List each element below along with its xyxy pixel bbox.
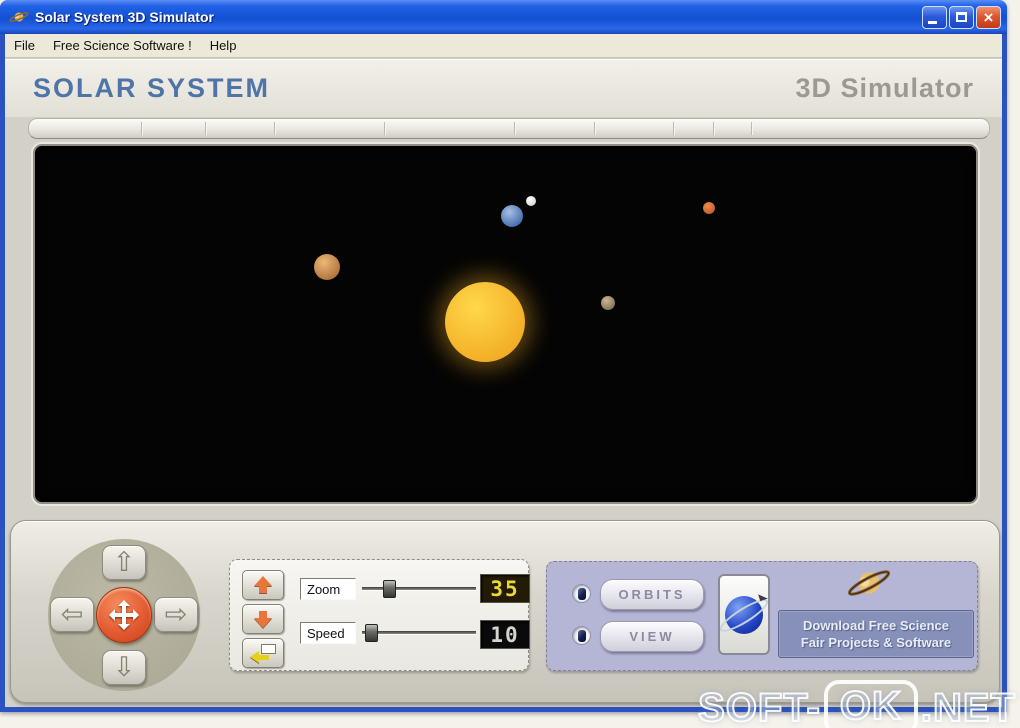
maximize-icon xyxy=(956,11,967,22)
space-viewport[interactable] xyxy=(33,144,978,504)
close-button[interactable]: × xyxy=(976,5,1001,29)
globe-button[interactable] xyxy=(716,574,772,655)
pan-right-button[interactable]: ⇨ xyxy=(154,597,198,632)
title-bar: Solar System 3D Simulator × xyxy=(0,0,1007,34)
pan-down-button[interactable]: ⇩ xyxy=(102,650,146,685)
menu-file[interactable]: File xyxy=(5,36,44,55)
app-header: SOLAR SYSTEM 3D Simulator xyxy=(5,59,1002,117)
orbiting-globe-icon xyxy=(716,591,772,637)
view-button[interactable]: VIEW xyxy=(600,621,704,652)
menu-free-science-software[interactable]: Free Science Software ! xyxy=(44,36,201,55)
close-icon: × xyxy=(983,7,994,27)
app-window: Solar System 3D Simulator × File Free Sc… xyxy=(0,0,1007,712)
orange-down-arrow-icon xyxy=(252,610,274,628)
maximize-button[interactable] xyxy=(949,5,974,29)
screenshot-root: { "window": { "title": "Solar System 3D … xyxy=(0,0,1020,728)
pan-center-button[interactable] xyxy=(96,587,152,643)
header-title-right: 3D Simulator xyxy=(795,73,974,103)
orange-up-arrow-icon xyxy=(252,576,274,594)
pan-left-button[interactable]: ⇦ xyxy=(50,597,94,632)
download-line1: Download Free Science xyxy=(803,618,949,633)
segment-strip xyxy=(28,118,990,139)
speed-slider[interactable] xyxy=(362,624,476,642)
mercury xyxy=(601,296,615,310)
yellow-back-arrow-icon xyxy=(250,644,276,663)
orbits-indicator-led xyxy=(572,584,591,603)
earth xyxy=(501,205,523,227)
pan-up-button[interactable]: ⇧ xyxy=(102,545,146,580)
zoom-value-display: 35 xyxy=(480,574,530,603)
view-indicator-led xyxy=(572,626,591,645)
watermark-prefix: SOFT- xyxy=(697,685,821,728)
zoom-slider-handle[interactable] xyxy=(382,580,396,598)
speed-label: Speed xyxy=(300,622,356,644)
menu-bar: File Free Science Software ! Help xyxy=(5,34,1002,58)
window-body: File Free Science Software ! Help SOLAR … xyxy=(5,34,1002,707)
down-arrow-icon: ⇩ xyxy=(112,652,136,683)
download-link[interactable]: Download Free Science Fair Projects & So… xyxy=(778,610,974,658)
zoom-slider[interactable] xyxy=(362,580,476,598)
window-title: Solar System 3D Simulator xyxy=(35,9,214,25)
zoom-label: Zoom xyxy=(300,578,356,600)
header-title-left: SOLAR SYSTEM xyxy=(33,73,271,103)
mars xyxy=(703,202,715,214)
menu-help[interactable]: Help xyxy=(201,36,246,55)
orbits-button[interactable]: ORBITS xyxy=(600,579,704,610)
download-line2: Fair Projects & Software xyxy=(800,635,952,650)
control-panel: ⇧ ⇩ ⇦ ⇨ Zoom Speed 35 10 ORBITS VIEW Dow… xyxy=(10,520,1000,703)
direction-pad: ⇧ ⇩ ⇦ ⇨ xyxy=(48,539,200,691)
speed-slider-track[interactable] xyxy=(362,631,476,635)
move-icon xyxy=(109,600,139,630)
saturn-app-icon xyxy=(9,12,29,22)
minimize-button[interactable] xyxy=(922,5,947,29)
zoom-in-button[interactable] xyxy=(242,570,284,600)
up-arrow-icon: ⇧ xyxy=(112,547,136,578)
options-panel: ORBITS VIEW Download Free Science Fair P… xyxy=(546,561,978,671)
speed-slider-handle[interactable] xyxy=(365,624,379,642)
moon xyxy=(526,196,536,206)
right-arrow-icon: ⇨ xyxy=(164,599,188,630)
soft-ok-watermark: SOFT- OK .NET xyxy=(697,680,1016,728)
zoom-slider-track[interactable] xyxy=(362,587,476,591)
left-arrow-icon: ⇦ xyxy=(60,599,84,630)
watermark-ok-box: OK xyxy=(823,680,918,728)
sun xyxy=(445,282,525,362)
minimize-icon xyxy=(928,20,937,24)
saturn-image xyxy=(847,570,891,596)
venus xyxy=(314,254,340,280)
watermark-suffix: .NET xyxy=(920,685,1016,728)
zoom-out-button[interactable] xyxy=(242,604,284,634)
slider-panel: Zoom Speed 35 10 xyxy=(229,559,530,671)
speed-value-display: 10 xyxy=(480,620,530,649)
reset-view-button[interactable] xyxy=(242,638,284,668)
